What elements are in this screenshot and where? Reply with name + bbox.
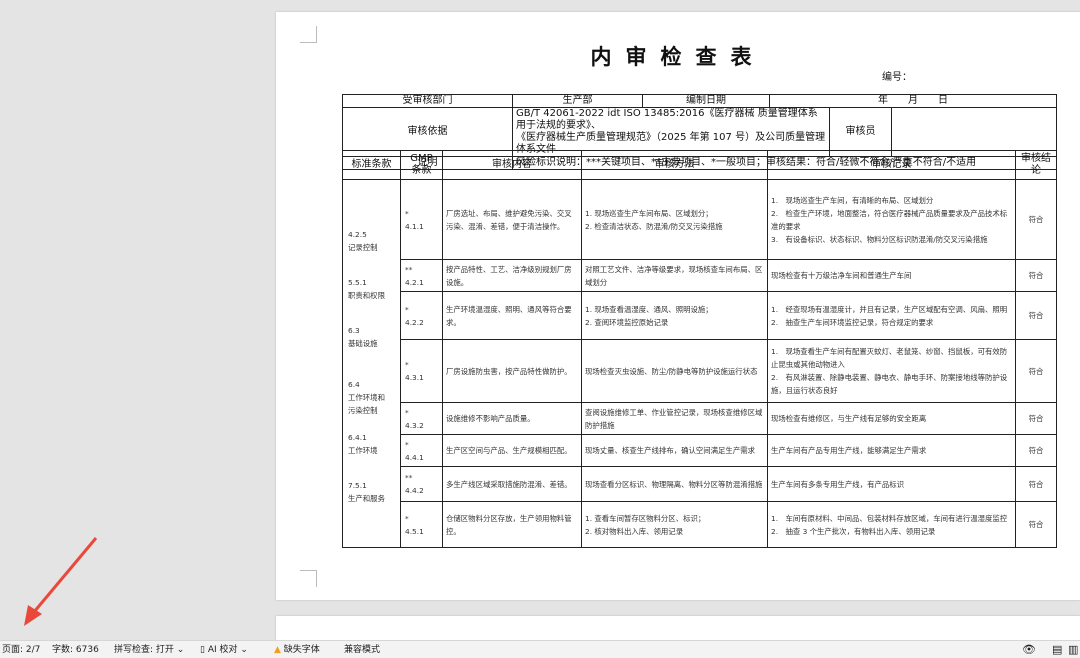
ai-check-icon: ▯ [200, 645, 205, 655]
web-view-icon[interactable]: ▥ [1068, 643, 1078, 657]
spell-check-toggle[interactable]: 拼写检查: 打开 ⌄ [114, 643, 184, 657]
chevron-down-icon: ⌄ [176, 645, 185, 655]
document-canvas: 内审检查表 编号： 受审核部门 生产部 编制日期 年 月 日 审核依据 GB/T… [0, 0, 1080, 646]
annotation-arrow [24, 537, 98, 626]
arrow-head [24, 605, 42, 626]
eye-icon[interactable]: 👁 [1022, 643, 1036, 657]
word-count[interactable]: 字数: 6736 [52, 643, 99, 657]
page-indicator[interactable]: 页面: 2/7 [2, 643, 40, 657]
ai-check-button[interactable]: ▯ AI 校对 ⌄ [200, 643, 248, 657]
status-bar: 页面: 2/7 字数: 6736 拼写检查: 打开 ⌄ ▯ AI 校对 ⌄ ▲ … [0, 640, 1080, 658]
compat-mode-label: 兼容模式 [344, 645, 381, 655]
page-view-icon[interactable]: ▤ [1052, 643, 1062, 657]
arrow-shaft [32, 537, 98, 613]
spell-check-label: 拼写检查: 打开 [114, 645, 174, 655]
warning-icon: ▲ [274, 645, 281, 655]
ai-check-label: AI 校对 [207, 645, 238, 655]
missing-font-button[interactable]: ▲ 缺失字体 [274, 643, 320, 657]
chevron-down-icon: ⌄ [240, 645, 248, 655]
missing-font-label: 缺失字体 [283, 645, 320, 655]
